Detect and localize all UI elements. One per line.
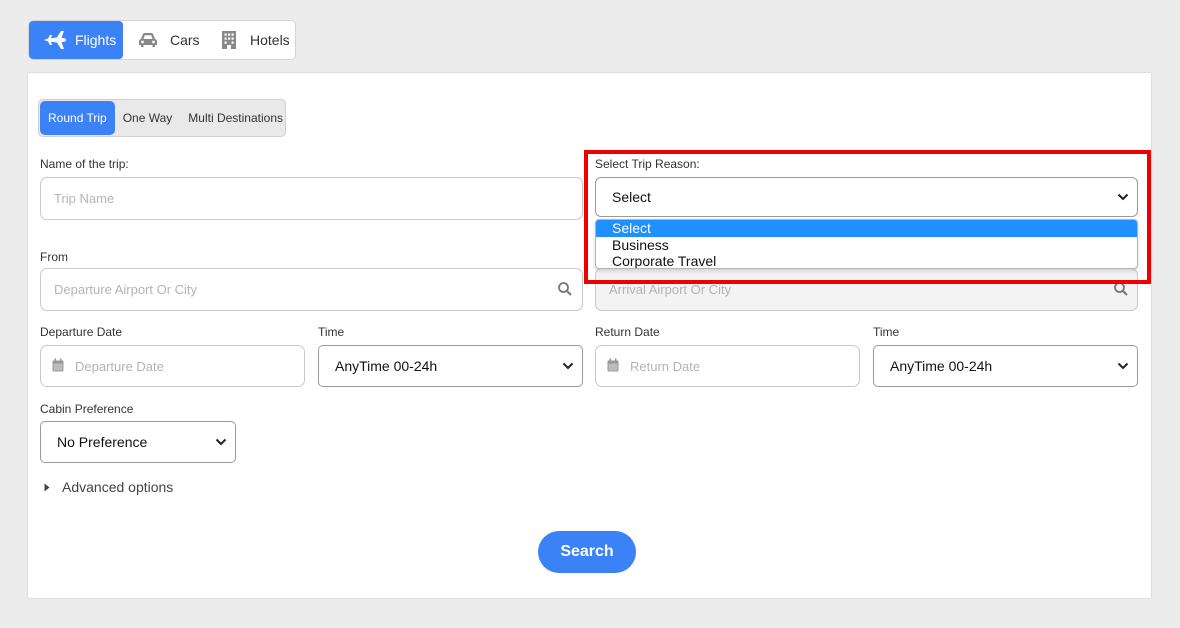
return-time-select[interactable]: AnyTime 00-24h xyxy=(873,345,1138,387)
trip-reason-value: Select xyxy=(612,189,651,205)
trip-name-input[interactable] xyxy=(40,177,583,220)
tab-hotels[interactable]: Hotels xyxy=(207,21,295,59)
chevron-down-icon xyxy=(1117,362,1129,370)
return-time-value: AnyTime 00-24h xyxy=(890,358,993,374)
tab-flights-label: Flights xyxy=(75,32,117,48)
search-button[interactable]: Search xyxy=(538,531,636,573)
trip-name-label: Name of the trip: xyxy=(40,157,129,171)
tab-cars-label: Cars xyxy=(170,32,200,48)
round-trip-button[interactable]: Round Trip xyxy=(40,101,115,135)
chevron-down-icon xyxy=(1117,193,1129,201)
departure-time-label: Time xyxy=(318,325,345,339)
departure-time-value: AnyTime 00-24h xyxy=(335,358,438,374)
trip-reason-option[interactable]: Select xyxy=(596,220,1137,237)
search-icon xyxy=(557,281,573,297)
cabin-preference-label: Cabin Preference xyxy=(40,402,134,416)
multi-destinations-button[interactable]: Multi Destinations xyxy=(180,101,283,135)
trip-reason-label: Select Trip Reason: xyxy=(595,157,700,171)
tab-hotels-label: Hotels xyxy=(250,32,290,48)
from-label: From xyxy=(40,250,68,264)
departure-time-select[interactable]: AnyTime 00-24h xyxy=(318,345,583,387)
return-date-input[interactable] xyxy=(595,345,860,387)
departure-airport-input[interactable] xyxy=(40,268,583,311)
return-time-label: Time xyxy=(873,325,900,339)
advanced-options-toggle[interactable]: Advanced options xyxy=(44,479,173,495)
chevron-down-icon xyxy=(215,438,227,446)
tab-flights[interactable]: Flights xyxy=(29,21,123,59)
product-tabs: Flights Cars Hotels xyxy=(28,20,296,60)
search-icon xyxy=(1113,281,1129,297)
calendar-icon xyxy=(52,358,64,372)
trip-reason-option[interactable]: Business xyxy=(596,237,1137,254)
trip-reason-option[interactable]: Corporate Travel xyxy=(596,253,1137,268)
caret-right-icon xyxy=(44,483,50,492)
return-date-label: Return Date xyxy=(595,325,660,339)
calendar-icon xyxy=(607,358,619,372)
arrival-airport-input[interactable] xyxy=(595,268,1138,311)
trip-reason-select[interactable]: Select xyxy=(595,177,1138,217)
cabin-preference-value: No Preference xyxy=(57,434,148,450)
building-icon xyxy=(221,30,237,50)
flight-search-card: Round Trip One Way Multi Destinations xyxy=(27,72,1152,599)
departure-date-label: Departure Date xyxy=(40,325,123,339)
advanced-options-label: Advanced options xyxy=(62,479,174,495)
car-icon xyxy=(137,31,159,49)
airplane-icon xyxy=(43,29,67,51)
one-way-button[interactable]: One Way xyxy=(115,101,181,135)
chevron-down-icon xyxy=(562,362,574,370)
cabin-preference-select[interactable]: No Preference xyxy=(40,421,236,463)
trip-type-toggle: Round Trip One Way Multi Destinations xyxy=(38,99,286,137)
tab-cars[interactable]: Cars xyxy=(123,21,207,59)
trip-reason-options: Select Business Corporate Travel xyxy=(595,219,1138,269)
departure-date-input[interactable] xyxy=(40,345,305,387)
